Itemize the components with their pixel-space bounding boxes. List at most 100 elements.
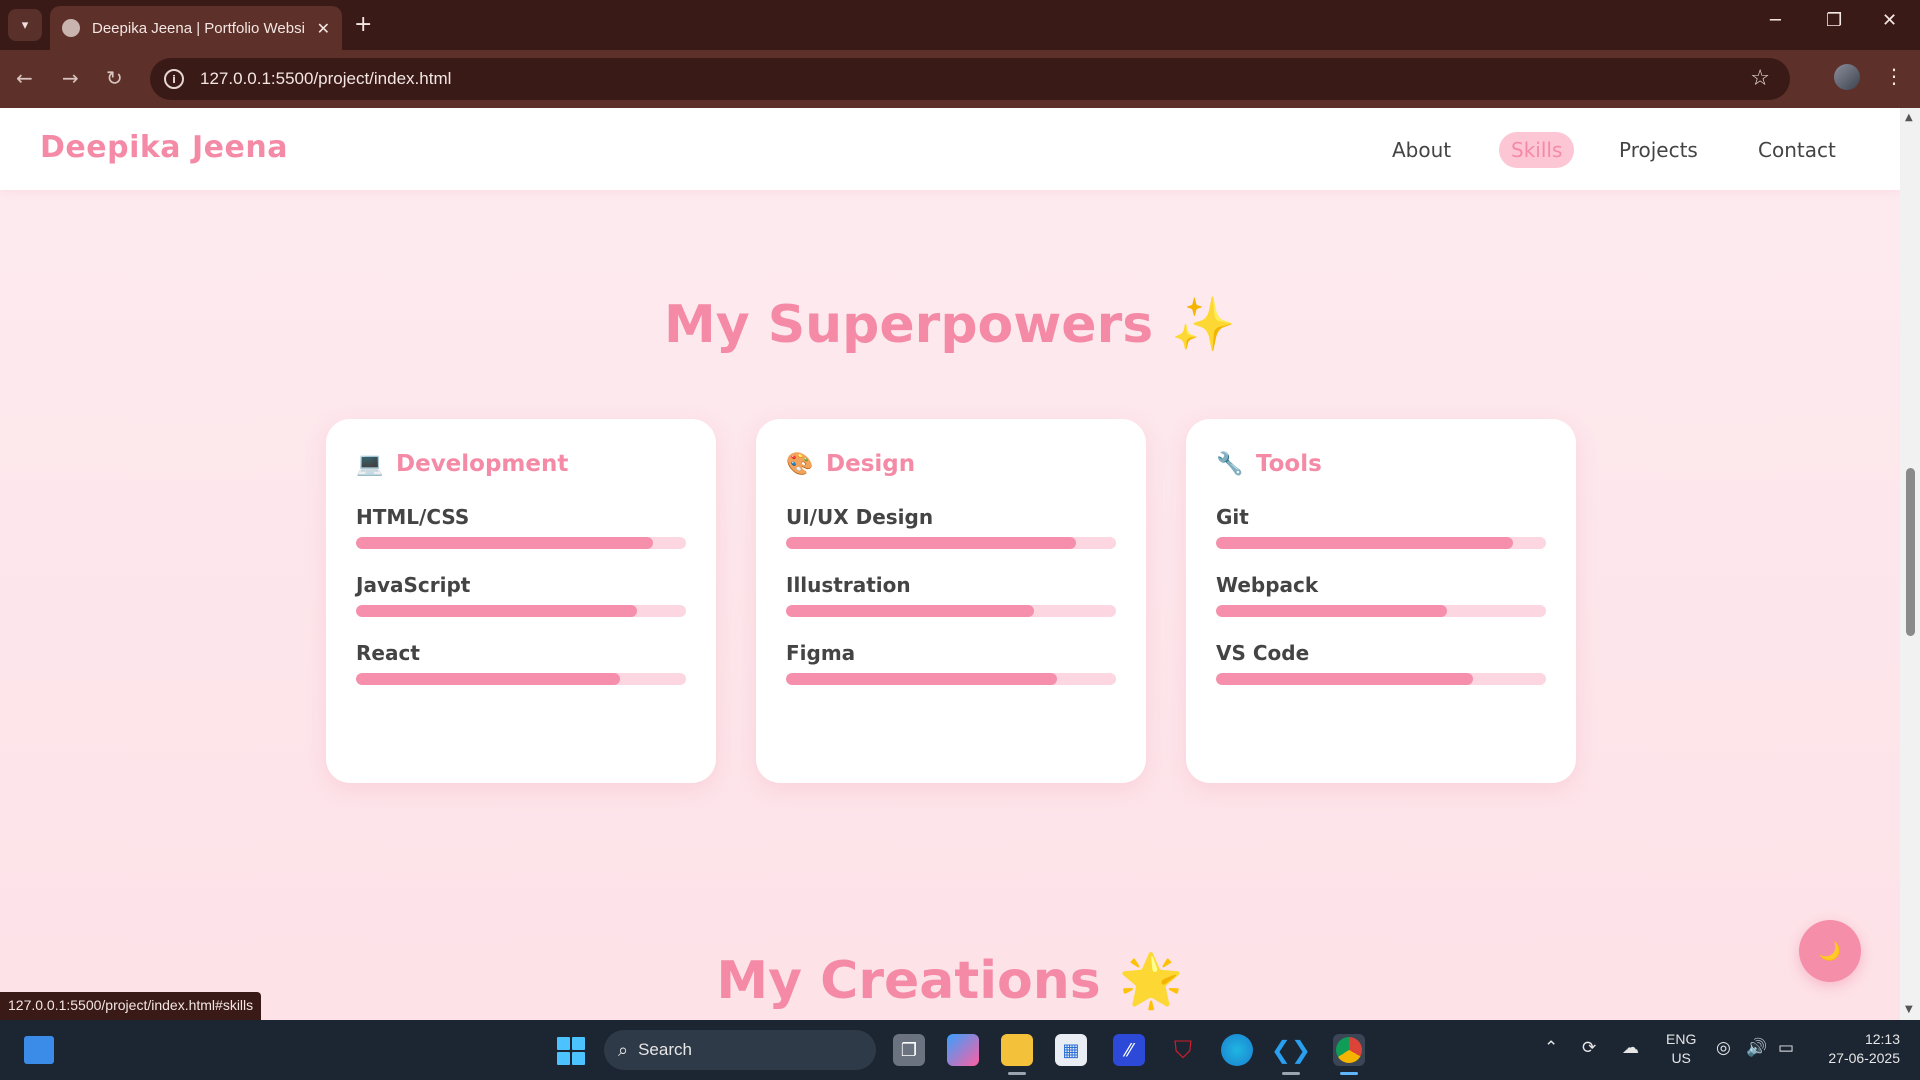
- store-icon[interactable]: ▦: [1055, 1034, 1087, 1066]
- lang-code: ENG: [1666, 1031, 1697, 1047]
- scroll-thumb[interactable]: [1906, 468, 1915, 636]
- skill-bar-track: [1216, 605, 1546, 617]
- skill-name: React: [356, 641, 420, 665]
- nav-link-contact[interactable]: Contact: [1746, 132, 1848, 168]
- taskbar-search[interactable]: ⌕ Search: [604, 1030, 876, 1070]
- search-label: Search: [638, 1040, 692, 1059]
- site-header: Deepika Jeena About Skills Projects Cont…: [0, 108, 1900, 190]
- skill-item: UI/UX Design: [786, 505, 1116, 549]
- skills-section-title: My Superpowers ✨: [663, 295, 1237, 355]
- file-explorer-icon[interactable]: [1001, 1034, 1033, 1066]
- start-button[interactable]: [557, 1037, 585, 1065]
- skill-item: Illustration: [786, 573, 1116, 617]
- restore-button[interactable]: ❐: [1826, 10, 1842, 31]
- skill-bar-track: [356, 605, 686, 617]
- tray-overflow-icon[interactable]: ⌃: [1544, 1038, 1558, 1058]
- skill-bar-fill: [1216, 673, 1474, 685]
- volume-icon[interactable]: 🔊: [1746, 1038, 1767, 1058]
- clock-date: 27-06-2025: [1828, 1050, 1900, 1066]
- browser-toolbar: ← → ↻ i 127.0.0.1:5500/project/index.htm…: [0, 50, 1920, 108]
- system-clock[interactable]: 12:13 27-06-2025: [1816, 1030, 1900, 1068]
- copilot-icon[interactable]: [947, 1034, 979, 1066]
- skill-bar-track: [356, 537, 686, 549]
- app-icon[interactable]: ⁄⁄: [1113, 1034, 1145, 1066]
- skill-card-development: 💻 Development HTML/CSS JavaScript React: [326, 419, 716, 783]
- search-icon: ⌕: [618, 1039, 629, 1060]
- page-scrollbar[interactable]: ▲ ▼: [1900, 108, 1920, 1020]
- skill-item: Git: [1216, 505, 1546, 549]
- cloud-icon[interactable]: ☁: [1622, 1038, 1639, 1058]
- active-indicator: [1008, 1072, 1026, 1075]
- bookmark-star-icon[interactable]: ☆: [1750, 66, 1770, 91]
- page-viewport: Deepika Jeena About Skills Projects Cont…: [0, 108, 1900, 1020]
- skill-name: JavaScript: [356, 573, 471, 597]
- browser-tab[interactable]: Deepika Jeena | Portfolio Websi ✕: [50, 6, 342, 50]
- skill-bar-fill: [786, 537, 1077, 549]
- skill-item: React: [356, 641, 686, 685]
- nav-link-skills[interactable]: Skills: [1499, 132, 1575, 168]
- skill-bar-track: [1216, 673, 1546, 685]
- profile-avatar[interactable]: [1834, 64, 1860, 90]
- skill-bar-fill: [356, 605, 637, 617]
- new-tab-button[interactable]: +: [354, 12, 372, 38]
- minimize-button[interactable]: ─: [1770, 10, 1781, 31]
- skill-bar-fill: [786, 673, 1057, 685]
- tab-search-button[interactable]: ▾: [8, 9, 42, 41]
- skill-item: Figma: [786, 641, 1116, 685]
- scroll-down-icon[interactable]: ▼: [1905, 1004, 1913, 1015]
- language-indicator[interactable]: ENG US: [1666, 1030, 1696, 1068]
- theme-toggle-button[interactable]: 🌙: [1799, 920, 1861, 982]
- nav-link-projects[interactable]: Projects: [1607, 132, 1710, 168]
- tab-title: Deepika Jeena | Portfolio Websi: [92, 19, 305, 37]
- projects-section-title: My Creations 🌟: [716, 951, 1184, 1011]
- vscode-icon[interactable]: ❮❯: [1271, 1034, 1311, 1066]
- nav-link-about[interactable]: About: [1380, 132, 1463, 168]
- site-logo[interactable]: Deepika Jeena: [40, 130, 288, 165]
- card-title: Tools: [1256, 451, 1322, 477]
- battery-icon[interactable]: ▭: [1778, 1038, 1794, 1058]
- widgets-icon[interactable]: [24, 1036, 54, 1064]
- laptop-icon: 💻: [356, 451, 384, 477]
- moon-icon: 🌙: [1818, 940, 1842, 962]
- address-bar[interactable]: i 127.0.0.1:5500/project/index.html ☆: [150, 58, 1790, 100]
- mcafee-icon[interactable]: ⛉: [1167, 1034, 1199, 1066]
- close-tab-icon[interactable]: ✕: [317, 19, 330, 38]
- skill-bar-fill: [786, 605, 1034, 617]
- task-view-icon[interactable]: ❐: [893, 1034, 925, 1066]
- site-info-icon[interactable]: i: [164, 69, 184, 89]
- network-icon[interactable]: ◎: [1716, 1038, 1731, 1058]
- skill-item: Webpack: [1216, 573, 1546, 617]
- sync-icon[interactable]: ⟳: [1582, 1038, 1596, 1058]
- skill-name: UI/UX Design: [786, 505, 934, 529]
- edge-icon[interactable]: [1221, 1034, 1253, 1066]
- url-text: 127.0.0.1:5500/project/index.html: [200, 69, 452, 88]
- skill-item: HTML/CSS: [356, 505, 686, 549]
- scroll-up-icon[interactable]: ▲: [1905, 112, 1913, 123]
- skill-bar-fill: [1216, 537, 1513, 549]
- skill-bar-track: [1216, 537, 1546, 549]
- skill-bar-fill: [356, 537, 653, 549]
- skill-name: Figma: [786, 641, 856, 665]
- close-window-button[interactable]: ✕: [1882, 10, 1897, 31]
- skill-name: HTML/CSS: [356, 505, 470, 529]
- chevron-down-icon: ▾: [21, 17, 29, 33]
- region-code: US: [1671, 1050, 1691, 1066]
- forward-arrow-icon[interactable]: →: [62, 66, 79, 90]
- reload-icon[interactable]: ↻: [106, 66, 123, 90]
- browser-menu-icon[interactable]: ⋮: [1884, 64, 1904, 88]
- globe-icon: [62, 19, 80, 37]
- skill-name: Git: [1216, 505, 1249, 529]
- active-indicator: [1282, 1072, 1300, 1075]
- palette-icon: 🎨: [786, 451, 814, 477]
- windows-taskbar: ⌕ Search ❐ ▦ ⁄⁄ ⛉ ❮❯ ⌃ ⟳ ☁ ENG US ◎ 🔊 ▭ …: [0, 1020, 1920, 1080]
- skill-item: VS Code: [1216, 641, 1546, 685]
- clock-time: 12:13: [1864, 1031, 1900, 1047]
- skill-name: VS Code: [1216, 641, 1310, 665]
- skill-bar-fill: [356, 673, 620, 685]
- skill-name: Webpack: [1216, 573, 1319, 597]
- skill-card-tools: 🔧 Tools Git Webpack VS Code: [1186, 419, 1576, 783]
- card-title: Design: [826, 451, 916, 477]
- back-arrow-icon[interactable]: ←: [16, 66, 33, 90]
- active-indicator: [1340, 1072, 1358, 1075]
- chrome-icon[interactable]: [1333, 1034, 1365, 1066]
